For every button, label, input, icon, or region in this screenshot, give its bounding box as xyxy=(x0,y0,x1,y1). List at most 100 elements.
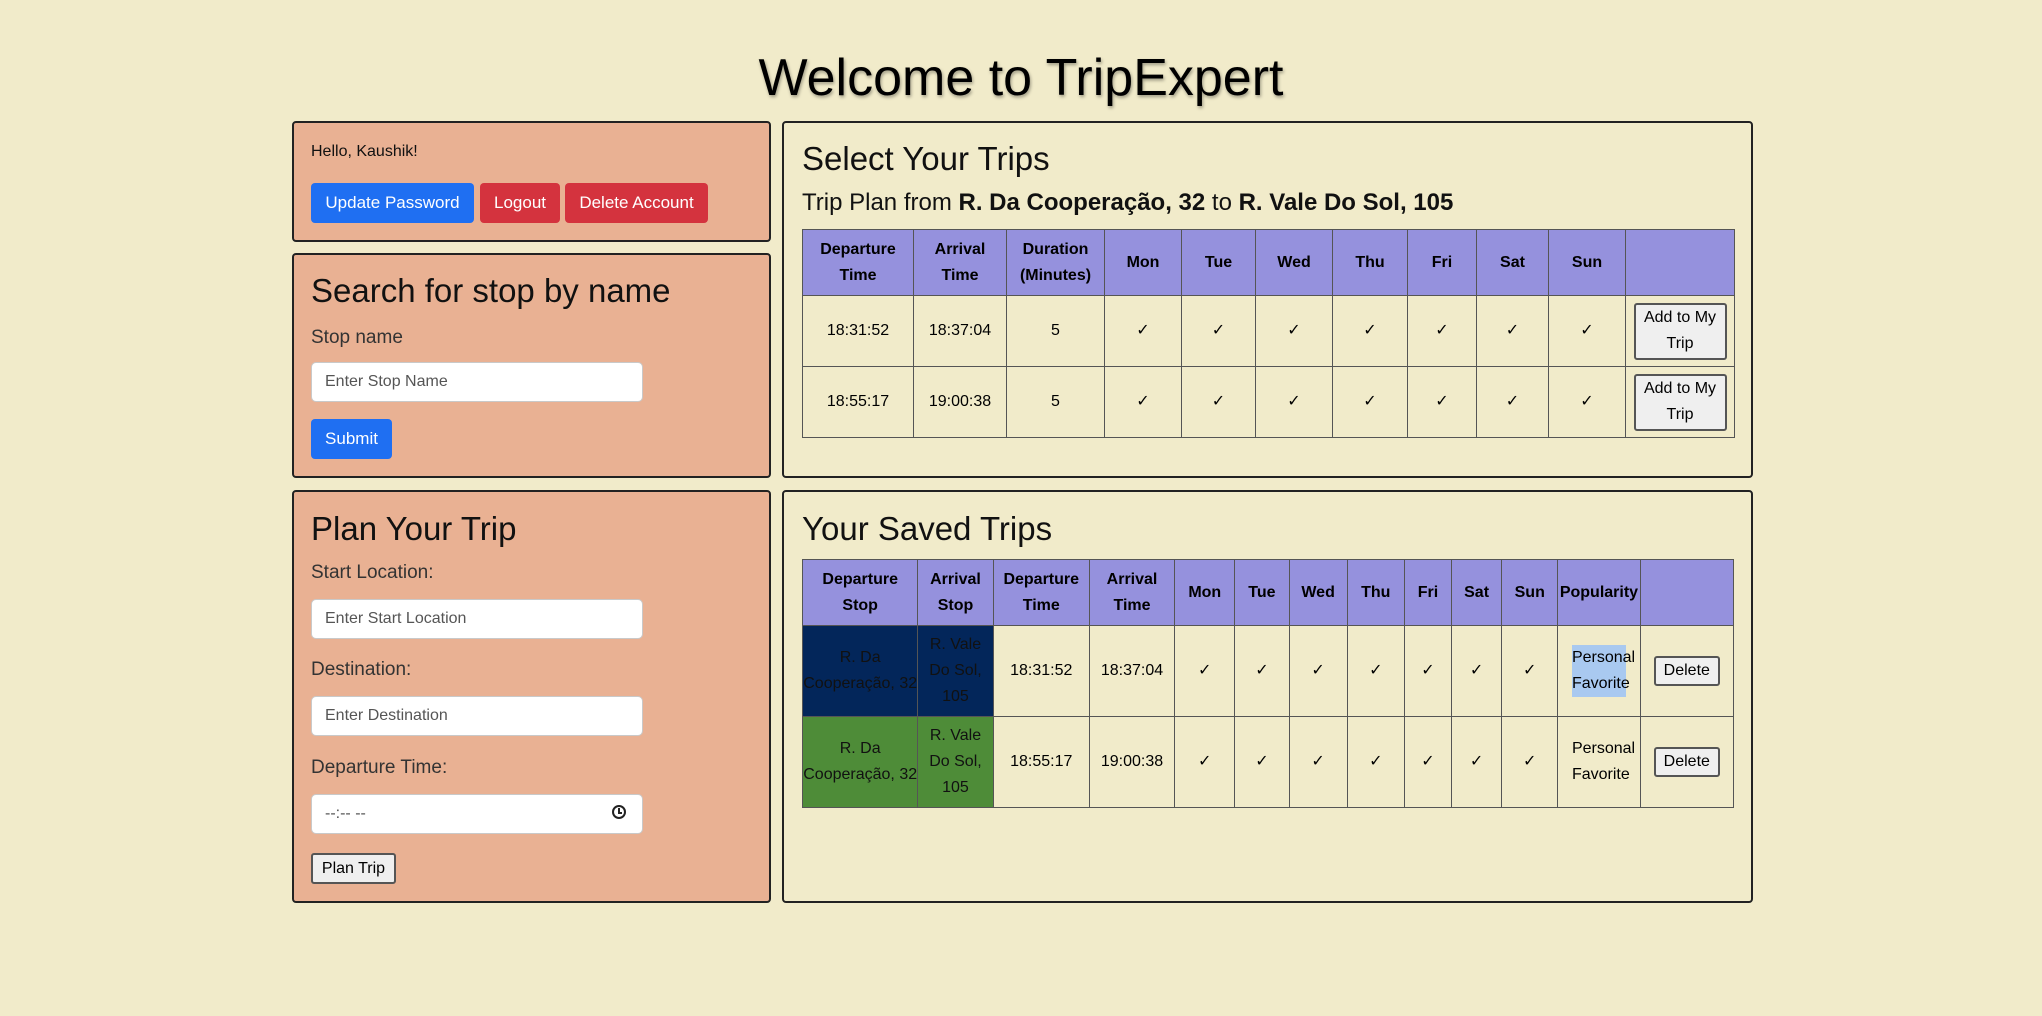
arrival-stop-cell: R. Vale Do Sol, 105 xyxy=(917,625,994,717)
select-trips-panel: Select Your Trips Trip Plan from R. Da C… xyxy=(782,121,1753,478)
start-location-input[interactable]: Enter Start Location xyxy=(311,599,643,639)
page-title: Welcome to TripExpert xyxy=(758,49,1284,107)
departure-stop-cell: R. Da Cooperação, 32 xyxy=(801,625,919,717)
check-icon: ✓ xyxy=(1181,366,1256,438)
check-icon: ✓ xyxy=(1450,625,1503,717)
plan-trip-heading: Plan Your Trip xyxy=(311,510,517,547)
action-cell: Add to My Trip xyxy=(1625,295,1735,367)
select-trips-table: Departure Time Arrival Time Duration (Mi… xyxy=(802,229,1735,438)
trip-plan-caption: Trip Plan from R. Da Cooperação, 32 to R… xyxy=(802,189,1454,216)
column-header: Sun xyxy=(1501,559,1559,626)
column-header: Arrival Stop xyxy=(917,559,994,626)
check-icon: ✓ xyxy=(1255,366,1333,438)
table-row: 18:31:52 18:37:04 5 ✓ ✓ ✓ ✓ ✓ ✓ ✓ Add to… xyxy=(802,295,1735,367)
search-stop-panel: Search for stop by name Stop name Enter … xyxy=(292,253,771,478)
check-icon: ✓ xyxy=(1332,295,1408,367)
action-cell: Delete xyxy=(1639,625,1735,717)
action-cell: Add to My Trip xyxy=(1625,366,1735,438)
column-header: Fri xyxy=(1403,559,1453,626)
departure-stop-cell: R. Da Cooperação, 32 xyxy=(801,716,919,808)
check-icon: ✓ xyxy=(1104,366,1182,438)
select-trips-header-row: Departure Time Arrival Time Duration (Mi… xyxy=(802,229,1735,296)
add-to-my-trip-button[interactable]: Add to My Trip xyxy=(1633,373,1727,431)
column-header: Departure Time xyxy=(802,229,914,296)
update-password-button[interactable]: Update Password xyxy=(311,183,474,223)
check-icon: ✓ xyxy=(1288,625,1348,717)
account-panel: Hello, Kaushik! Update Password Logout D… xyxy=(292,121,771,242)
column-header: Thu xyxy=(1332,229,1408,296)
departure-time-cell: 18:55:17 xyxy=(802,366,914,438)
column-header: Sat xyxy=(1450,559,1503,626)
check-icon: ✓ xyxy=(1476,295,1549,367)
column-header: Duration (Minutes) xyxy=(1006,229,1105,296)
check-icon: ✓ xyxy=(1407,295,1477,367)
start-location-label: Start Location: xyxy=(311,562,434,583)
column-header: Tue xyxy=(1181,229,1256,296)
departure-time-cell: 18:31:52 xyxy=(992,625,1090,717)
departure-time-label: Departure Time: xyxy=(311,757,448,778)
column-header: Popularity xyxy=(1557,559,1641,626)
popularity-cell: Personal Favorite xyxy=(1557,625,1641,717)
column-header: Departure Stop xyxy=(801,559,919,626)
check-icon: ✓ xyxy=(1346,716,1405,808)
column-header: Mon xyxy=(1174,559,1236,626)
check-icon: ✓ xyxy=(1403,625,1453,717)
delete-trip-button[interactable]: Delete xyxy=(1653,747,1720,777)
stop-name-input[interactable]: Enter Stop Name xyxy=(311,362,643,402)
column-header xyxy=(1625,229,1735,296)
column-header: Sun xyxy=(1548,229,1626,296)
check-icon: ✓ xyxy=(1174,716,1236,808)
destination-input[interactable]: Enter Destination xyxy=(311,696,643,736)
column-header: Sat xyxy=(1476,229,1549,296)
check-icon: ✓ xyxy=(1234,716,1290,808)
column-header: Fri xyxy=(1407,229,1477,296)
stop-submit-button[interactable]: Submit xyxy=(311,419,392,459)
clock-icon[interactable] xyxy=(612,805,626,819)
plan-trip-button[interactable]: Plan Trip xyxy=(311,853,396,884)
check-icon: ✓ xyxy=(1548,366,1626,438)
departure-time-input[interactable]: --:-- -- xyxy=(311,794,643,834)
delete-account-button[interactable]: Delete Account xyxy=(565,183,708,223)
check-icon: ✓ xyxy=(1548,295,1626,367)
column-header: Arrival Time xyxy=(913,229,1007,296)
check-icon: ✓ xyxy=(1255,295,1333,367)
add-to-my-trip-button[interactable]: Add to My Trip xyxy=(1633,302,1727,360)
arrival-time-cell: 18:37:04 xyxy=(1088,625,1176,717)
check-icon: ✓ xyxy=(1450,716,1503,808)
check-icon: ✓ xyxy=(1346,625,1405,717)
arrival-time-cell: 19:00:38 xyxy=(913,366,1007,438)
arrival-time-cell: 19:00:38 xyxy=(1088,716,1176,808)
trip-from: R. Da Cooperação, 32 xyxy=(958,189,1206,216)
column-header: Wed xyxy=(1288,559,1348,626)
arrival-time-cell: 18:37:04 xyxy=(913,295,1007,367)
column-header: Departure Time xyxy=(992,559,1090,626)
column-header xyxy=(1639,559,1735,626)
check-icon: ✓ xyxy=(1501,716,1559,808)
greeting-text: Hello, Kaushik! xyxy=(311,143,418,160)
saved-trips-panel: Your Saved Trips Departure Stop Arrival … xyxy=(782,490,1753,903)
stop-name-label: Stop name xyxy=(311,327,403,348)
popularity-cell: Personal Favorite xyxy=(1557,716,1641,808)
column-header: Arrival Time xyxy=(1088,559,1176,626)
column-header: Mon xyxy=(1104,229,1182,296)
departure-time-value: --:-- -- xyxy=(325,805,366,822)
check-icon: ✓ xyxy=(1403,716,1453,808)
check-icon: ✓ xyxy=(1476,366,1549,438)
departure-time-cell: 18:55:17 xyxy=(992,716,1090,808)
check-icon: ✓ xyxy=(1234,625,1290,717)
action-cell: Delete xyxy=(1639,716,1735,808)
destination-label: Destination: xyxy=(311,659,412,680)
duration-cell: 5 xyxy=(1006,366,1105,438)
saved-trips-table: Departure Stop Arrival Stop Departure Ti… xyxy=(801,559,1735,808)
table-row: 18:55:17 19:00:38 5 ✓ ✓ ✓ ✓ ✓ ✓ ✓ Add to… xyxy=(802,366,1735,438)
logout-button[interactable]: Logout xyxy=(480,183,560,223)
check-icon: ✓ xyxy=(1288,716,1348,808)
column-header: Tue xyxy=(1234,559,1290,626)
departure-time-cell: 18:31:52 xyxy=(802,295,914,367)
table-row: R. Da Cooperação, 32 R. Vale Do Sol, 105… xyxy=(801,625,1735,717)
delete-trip-button[interactable]: Delete xyxy=(1653,656,1720,686)
check-icon: ✓ xyxy=(1104,295,1182,367)
search-stop-heading: Search for stop by name xyxy=(311,272,671,309)
arrival-stop-cell: R. Vale Do Sol, 105 xyxy=(917,716,994,808)
popularity-text: Personal Favorite xyxy=(1571,645,1635,697)
